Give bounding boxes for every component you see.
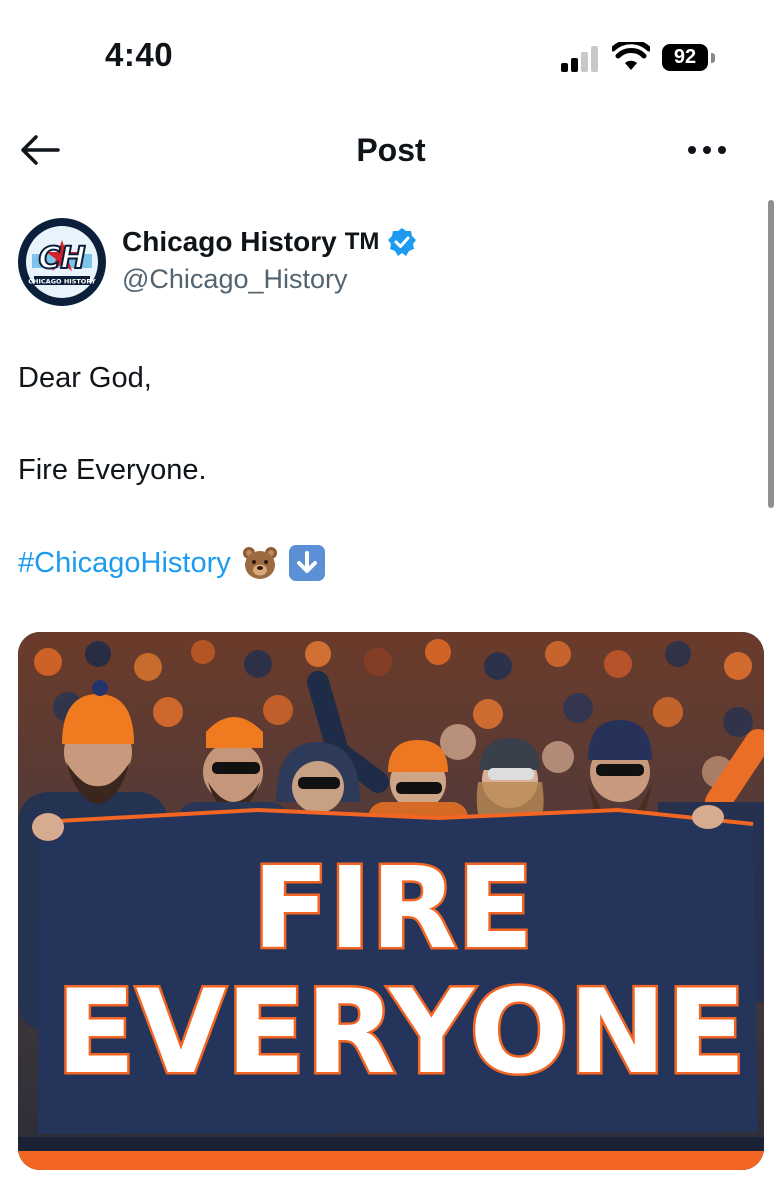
post-header: Post [0,110,782,192]
battery-level: 92 [662,44,708,71]
author-name-row[interactable]: Chicago History TM [122,226,417,258]
author-handle[interactable]: @Chicago_History [122,264,348,295]
svg-text:CH: CH [38,241,85,276]
author-name[interactable]: Chicago History [122,226,337,258]
post-text-line-2: Fire Everyone. [18,454,207,486]
post-text-line-1: Dear God, [18,362,152,394]
page-title: Post [356,132,426,168]
hashtag-row: #ChicagoHistory [18,544,325,582]
down-arrow-emoji [288,545,325,581]
hashtag-link[interactable]: #ChicagoHistory [18,547,231,580]
banner-line-1: FIRE [253,844,534,974]
verified-badge-icon [388,228,417,256]
status-time: 4:40 [105,36,174,73]
battery-icon: 92 [662,44,718,72]
avatar[interactable]: CH CHICAGO HISTORY [18,218,106,306]
wifi-icon [612,42,650,70]
banner-line-2: EVERYONE [56,965,746,1100]
status-bar: 4:40 92 [0,0,782,110]
signal-icon [561,44,601,72]
trademark-mark: TM [344,228,380,255]
svg-text:CHICAGO HISTORY: CHICAGO HISTORY [28,278,96,286]
scrollbar[interactable] [768,200,774,508]
bear-emoji [242,547,277,579]
post-media-image[interactable]: FIRE EVERYONE [18,632,764,1170]
more-icon[interactable] [682,132,732,168]
